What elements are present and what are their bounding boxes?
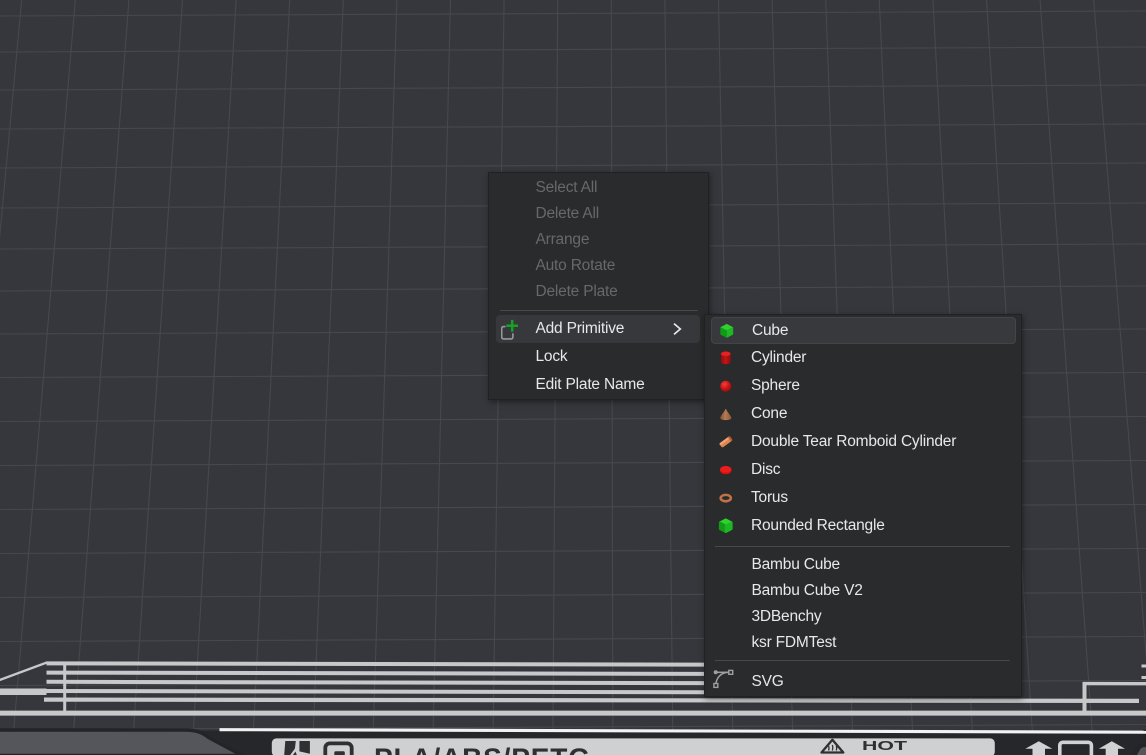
svg-text:HOT: HOT — [862, 739, 908, 753]
svg-text:PLA/ABS/PETG: PLA/ABS/PETG — [374, 743, 590, 755]
